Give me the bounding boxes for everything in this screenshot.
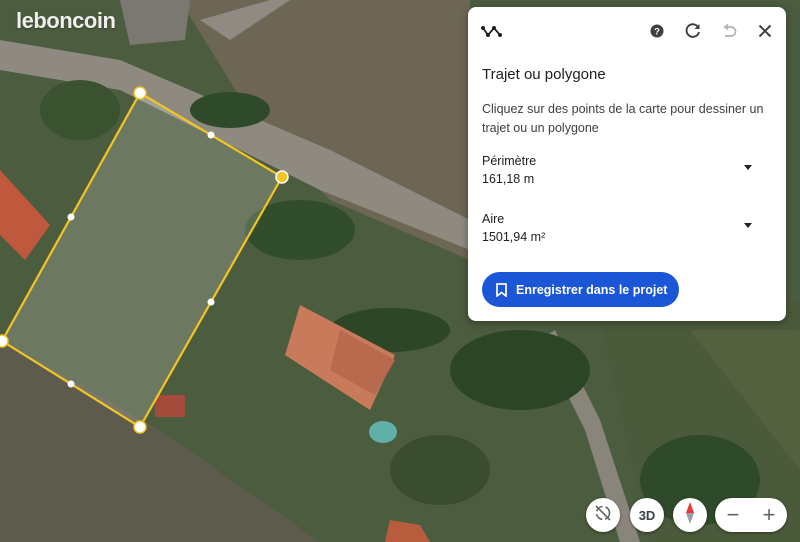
polygon-vertex-active[interactable]	[275, 170, 289, 184]
compass-icon	[684, 501, 696, 530]
refresh-icon[interactable]	[681, 19, 705, 43]
area-label: Aire	[482, 212, 505, 226]
area-row[interactable]: Aire 1501,94 m²	[482, 212, 772, 252]
perimeter-label: Périmètre	[482, 154, 537, 168]
zoom-out-button[interactable]: −	[715, 498, 751, 532]
svg-text:?: ?	[654, 27, 660, 38]
compass-button[interactable]	[673, 498, 707, 532]
perimeter-row[interactable]: Périmètre 161,18 m	[482, 154, 772, 194]
save-button-label: Enregistrer dans le projet	[516, 282, 668, 297]
panel-header: ?	[468, 7, 786, 57]
zoom-controls: − +	[715, 498, 787, 532]
tilt-rotate-button[interactable]	[586, 498, 620, 532]
chevron-down-icon[interactable]	[744, 165, 752, 170]
bookmark-icon	[496, 282, 507, 297]
panel-title: Trajet ou polygone	[482, 66, 606, 83]
perimeter-value: 161,18 m	[482, 172, 535, 186]
polygon-midpoint[interactable]	[207, 131, 215, 139]
polygon-vertex[interactable]	[133, 420, 147, 434]
save-to-project-button[interactable]: Enregistrer dans le projet	[482, 272, 679, 307]
undo-icon[interactable]	[717, 19, 741, 43]
polygon-vertex[interactable]	[0, 334, 9, 348]
path-measure-icon	[480, 19, 504, 43]
rotate-view-icon	[593, 503, 613, 528]
measure-panel: ? Trajet ou polygone Cliquez sur des poi…	[468, 7, 786, 321]
area-value: 1501,94 m²	[482, 230, 546, 244]
polygon-midpoint[interactable]	[67, 213, 75, 221]
close-icon[interactable]	[753, 19, 777, 43]
polygon-midpoint[interactable]	[207, 298, 215, 306]
polygon-midpoint[interactable]	[67, 380, 75, 388]
panel-description: Cliquez sur des points de la carte pour …	[482, 102, 764, 135]
zoom-in-button[interactable]: +	[751, 498, 787, 532]
chevron-down-icon[interactable]	[744, 223, 752, 228]
polygon-vertex[interactable]	[133, 86, 147, 100]
3d-label: 3D	[638, 507, 656, 523]
help-icon[interactable]: ?	[645, 19, 669, 43]
3d-toggle-button[interactable]: 3D	[630, 498, 664, 532]
leboncoin-watermark: leboncoin	[16, 8, 116, 33]
